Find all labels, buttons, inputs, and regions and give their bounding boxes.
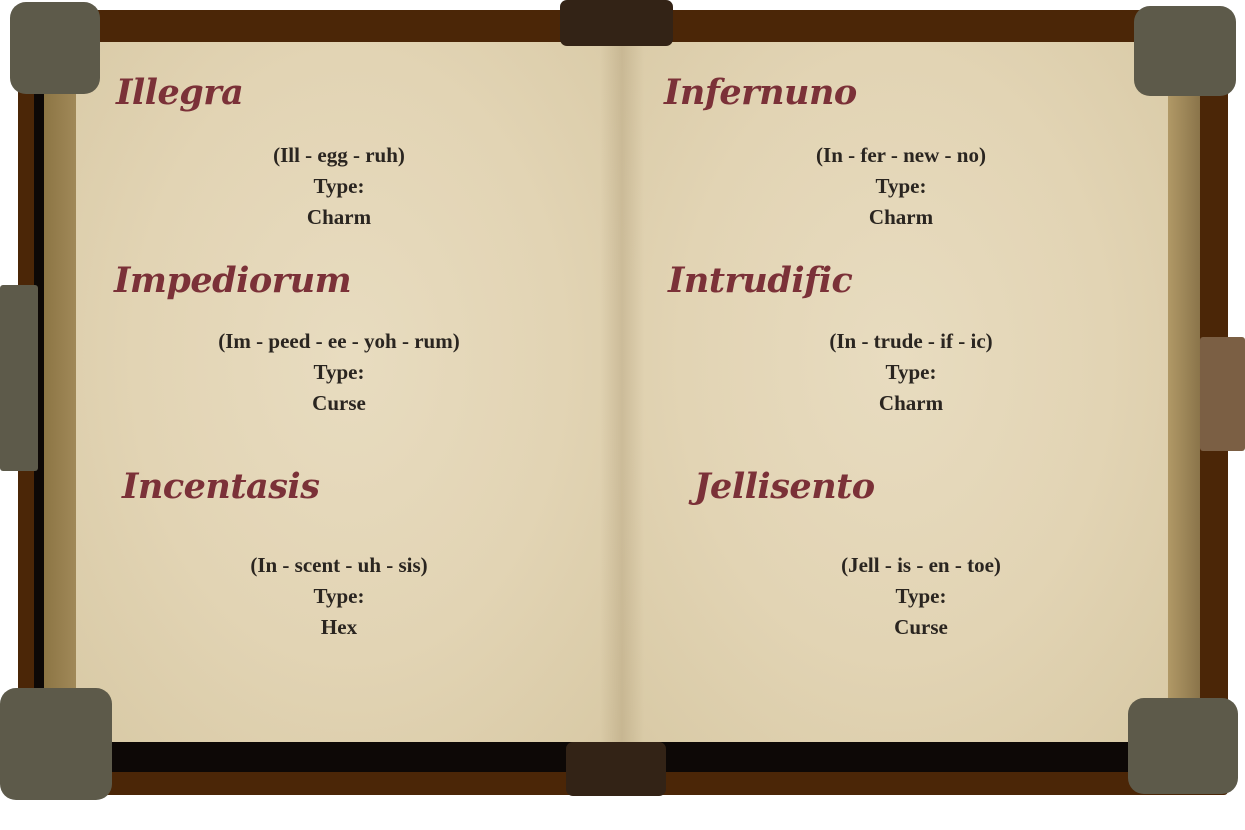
bookmark-tab-left[interactable] bbox=[0, 285, 38, 471]
spell-name-intrudific: Intrudific bbox=[668, 260, 853, 301]
top-clasp bbox=[560, 0, 673, 46]
spell-type-value: Charm bbox=[306, 205, 372, 229]
spell-type-value: Charm bbox=[878, 391, 944, 415]
spell-entry-infernuno[interactable]: (In - fer - new - no) Type: Charm bbox=[756, 140, 1046, 233]
spell-type-value: Hex bbox=[320, 615, 358, 639]
page-edge-right bbox=[1166, 40, 1200, 752]
spell-type-value: Charm bbox=[868, 205, 934, 229]
spell-name-illegra: Illegra bbox=[116, 72, 244, 113]
spell-pronunciation: (Ill - egg - ruh) bbox=[273, 143, 405, 167]
spell-type-label: Type: bbox=[313, 360, 365, 384]
spell-type-label: Type: bbox=[895, 584, 947, 608]
spell-name-infernuno: Infernuno bbox=[664, 72, 857, 113]
spell-type-value: Curse bbox=[312, 391, 366, 415]
book-spine-gutter bbox=[600, 42, 644, 742]
spell-entry-incentasis[interactable]: (In - scent - uh - sis) Type: Hex bbox=[194, 550, 484, 643]
spell-type-value: Curse bbox=[894, 615, 948, 639]
spell-name-incentasis: Incentasis bbox=[122, 466, 320, 507]
spell-pronunciation: (Im - peed - ee - yoh - rum) bbox=[218, 329, 460, 353]
corner-guard-top-left bbox=[10, 2, 100, 94]
spell-type-label: Type: bbox=[313, 584, 365, 608]
spell-entry-illegra[interactable]: (Ill - egg - ruh) Type: Charm bbox=[194, 140, 484, 233]
spell-name-jellisento: Jellisento bbox=[694, 466, 875, 507]
spell-name-impediorum: Impediorum bbox=[114, 260, 352, 301]
bookmark-tab-right[interactable] bbox=[1200, 337, 1245, 451]
spell-type-label: Type: bbox=[885, 360, 937, 384]
spell-pronunciation: (In - trude - if - ic) bbox=[829, 329, 993, 353]
spell-type-label: Type: bbox=[875, 174, 927, 198]
spell-pronunciation: (In - fer - new - no) bbox=[816, 143, 986, 167]
spell-entry-jellisento[interactable]: (Jell - is - en - toe) Type: Curse bbox=[776, 550, 1066, 643]
spell-type-label: Type: bbox=[313, 174, 365, 198]
page-edge-left bbox=[44, 36, 80, 766]
spell-entry-impediorum[interactable]: (Im - peed - ee - yoh - rum) Type: Curse bbox=[184, 326, 494, 419]
corner-guard-bottom-left bbox=[0, 688, 112, 800]
bottom-clasp bbox=[566, 742, 666, 796]
corner-guard-bottom-right bbox=[1128, 698, 1238, 794]
corner-guard-top-right bbox=[1134, 6, 1236, 96]
spell-entry-intrudific[interactable]: (In - trude - if - ic) Type: Charm bbox=[766, 326, 1056, 419]
spell-pronunciation: (Jell - is - en - toe) bbox=[841, 553, 1001, 577]
spell-pronunciation: (In - scent - uh - sis) bbox=[250, 553, 428, 577]
